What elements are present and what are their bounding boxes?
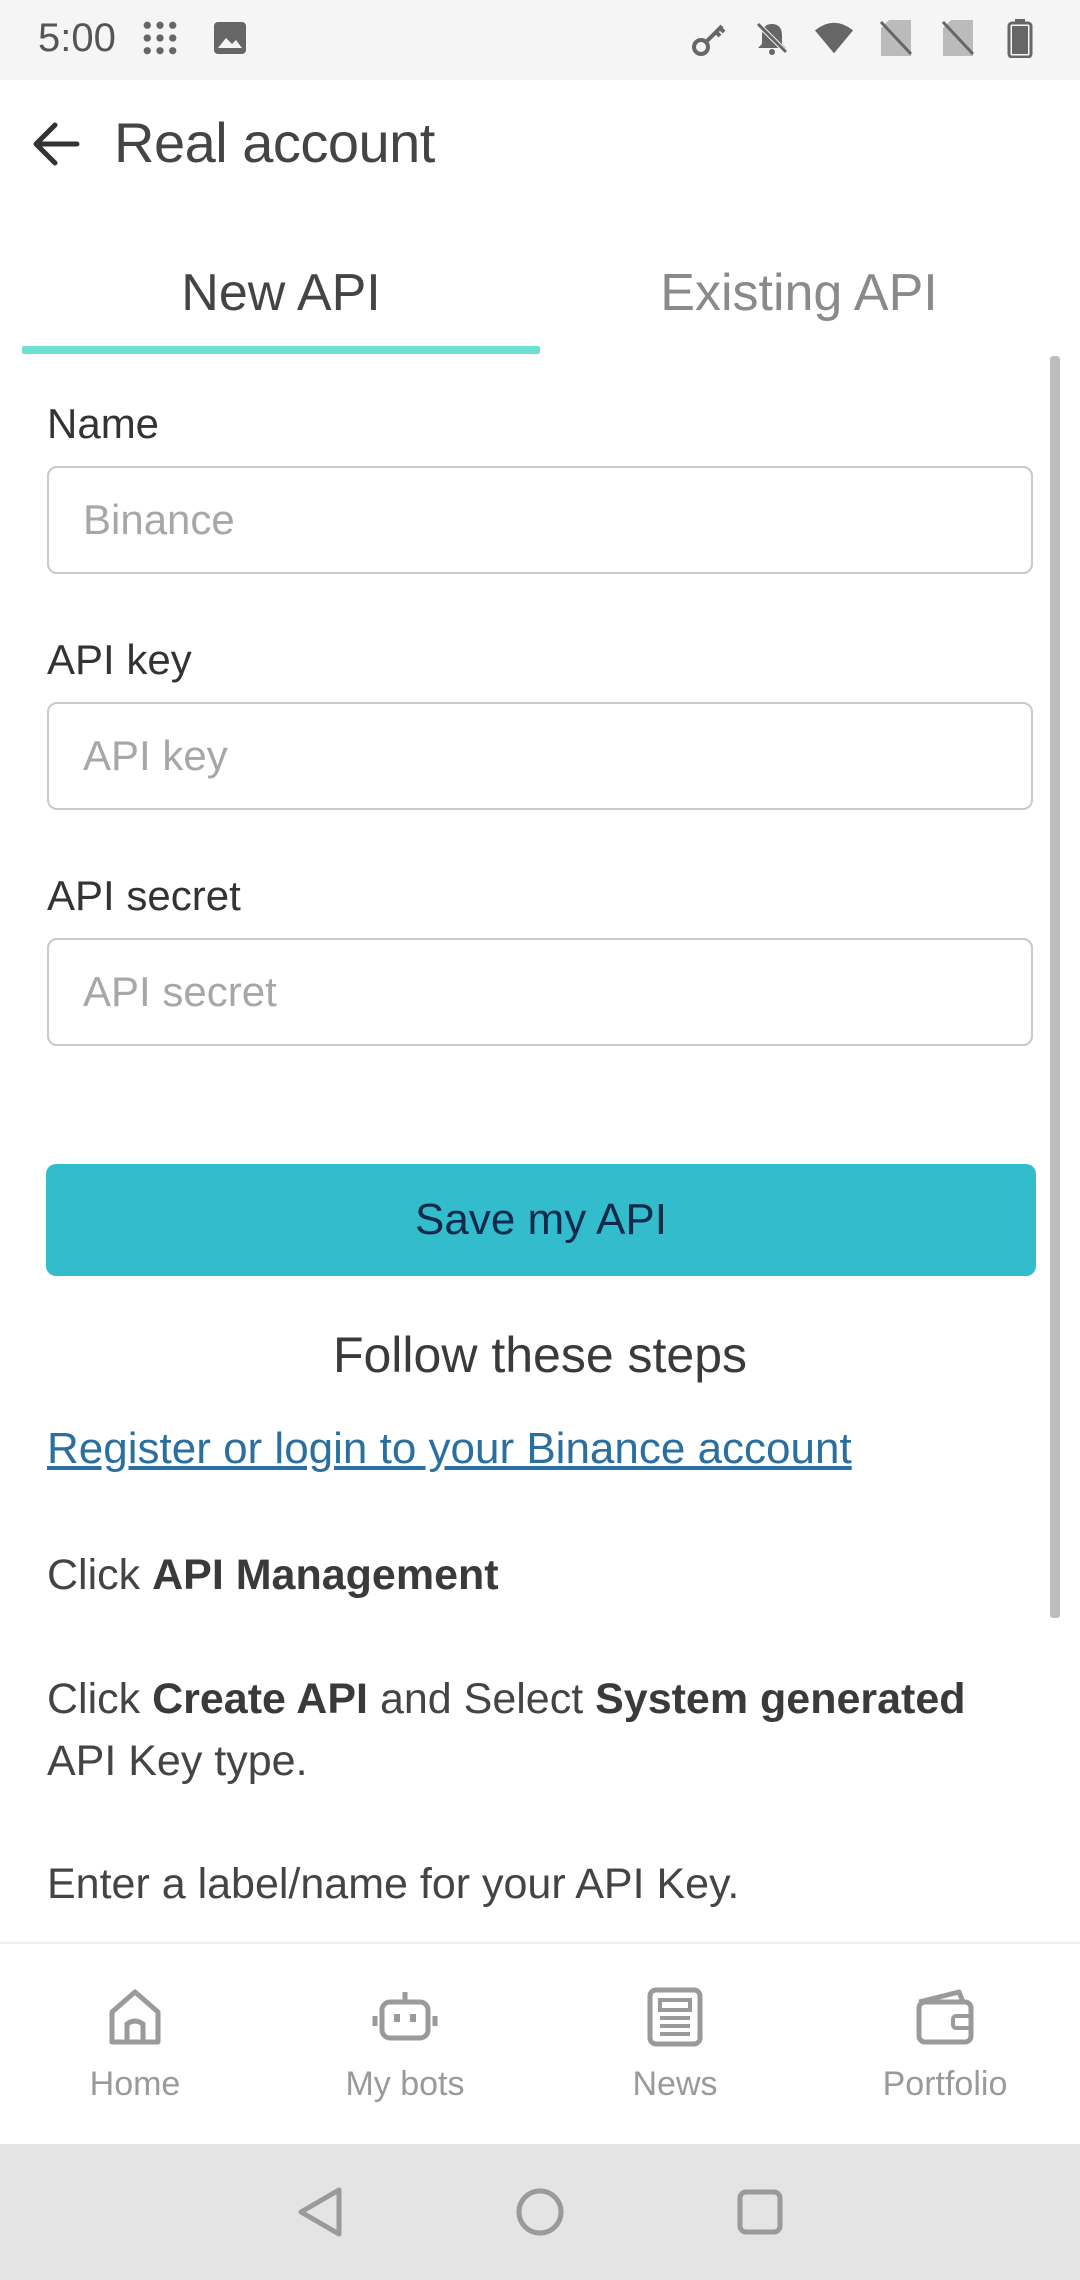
- nav-portfolio[interactable]: Portfolio: [810, 1944, 1080, 2146]
- nav-home-label: Home: [89, 2065, 181, 2103]
- app-bar: Real account: [0, 80, 1080, 210]
- newspaper-icon: [644, 1986, 706, 2053]
- step-api-management: Click API Management: [47, 1544, 1037, 1606]
- bell-off-icon: [752, 18, 792, 58]
- battery-icon: [1000, 18, 1040, 58]
- nav-my-bots-label: My bots: [345, 2065, 465, 2103]
- api-secret-label: API secret: [47, 872, 241, 919]
- step-text: Click: [47, 1551, 153, 1599]
- step-enter-label: Enter a label/name for your API Key.: [47, 1860, 740, 1908]
- step-text: API Key type.: [47, 1737, 308, 1785]
- tab-existing-api[interactable]: Existing API: [540, 230, 1058, 356]
- name-input[interactable]: [47, 466, 1033, 574]
- home-icon: [104, 1986, 166, 2053]
- page-title: Real account: [114, 111, 435, 174]
- step-bold-text: Create API: [152, 1675, 368, 1723]
- name-label: Name: [47, 400, 160, 447]
- save-api-button[interactable]: Save my API: [46, 1164, 1036, 1276]
- form-content[interactable]: Name API key API secret Save my API Foll…: [0, 356, 1080, 1942]
- bottom-navigation: Home My bots News Portfolio: [0, 1942, 1080, 2146]
- api-key-label: API key: [47, 636, 192, 683]
- nav-news[interactable]: News: [540, 1944, 810, 2146]
- home-circle-icon[interactable]: [512, 2184, 568, 2240]
- tab-indicator: [22, 346, 540, 354]
- nav-my-bots[interactable]: My bots: [270, 1944, 540, 2146]
- robot-icon: [372, 1986, 438, 2053]
- wifi-icon: [814, 18, 854, 58]
- sim-off-icon: [938, 18, 978, 58]
- step-bold-text: System generated: [595, 1675, 966, 1723]
- nav-portfolio-label: Portfolio: [882, 2065, 1008, 2103]
- api-key-input[interactable]: [47, 702, 1033, 810]
- key-icon: [690, 18, 730, 58]
- back-triangle-icon[interactable]: [292, 2184, 348, 2240]
- step-create-api: Click Create API and Select System gener…: [47, 1668, 1037, 1792]
- system-navigation-bar: [0, 2144, 1080, 2280]
- step-text: Click: [47, 1675, 153, 1723]
- nav-news-label: News: [632, 2065, 718, 2103]
- tab-new-api[interactable]: New API: [22, 230, 540, 356]
- tab-bar: New API Existing API: [22, 230, 1058, 356]
- nav-home[interactable]: Home: [0, 1944, 270, 2146]
- step-bold-text: API Management: [152, 1551, 499, 1599]
- api-secret-input[interactable]: [47, 938, 1033, 1046]
- step-text: and Select: [368, 1675, 596, 1723]
- arrow-left-icon: [31, 121, 81, 172]
- image-icon: [210, 18, 250, 58]
- sim-off-icon: [876, 18, 916, 58]
- status-time: 5:00: [38, 16, 116, 60]
- dots-grid-icon: [140, 18, 180, 58]
- steps-title: Follow these steps: [332, 1327, 748, 1383]
- status-bar: 5:00: [0, 0, 1080, 80]
- wallet-icon: [913, 1986, 977, 2053]
- back-button[interactable]: [24, 114, 88, 178]
- recents-square-icon[interactable]: [732, 2184, 788, 2240]
- scrollbar[interactable]: [1050, 356, 1060, 1618]
- register-login-link[interactable]: Register or login to your Binance accoun…: [47, 1424, 852, 1474]
